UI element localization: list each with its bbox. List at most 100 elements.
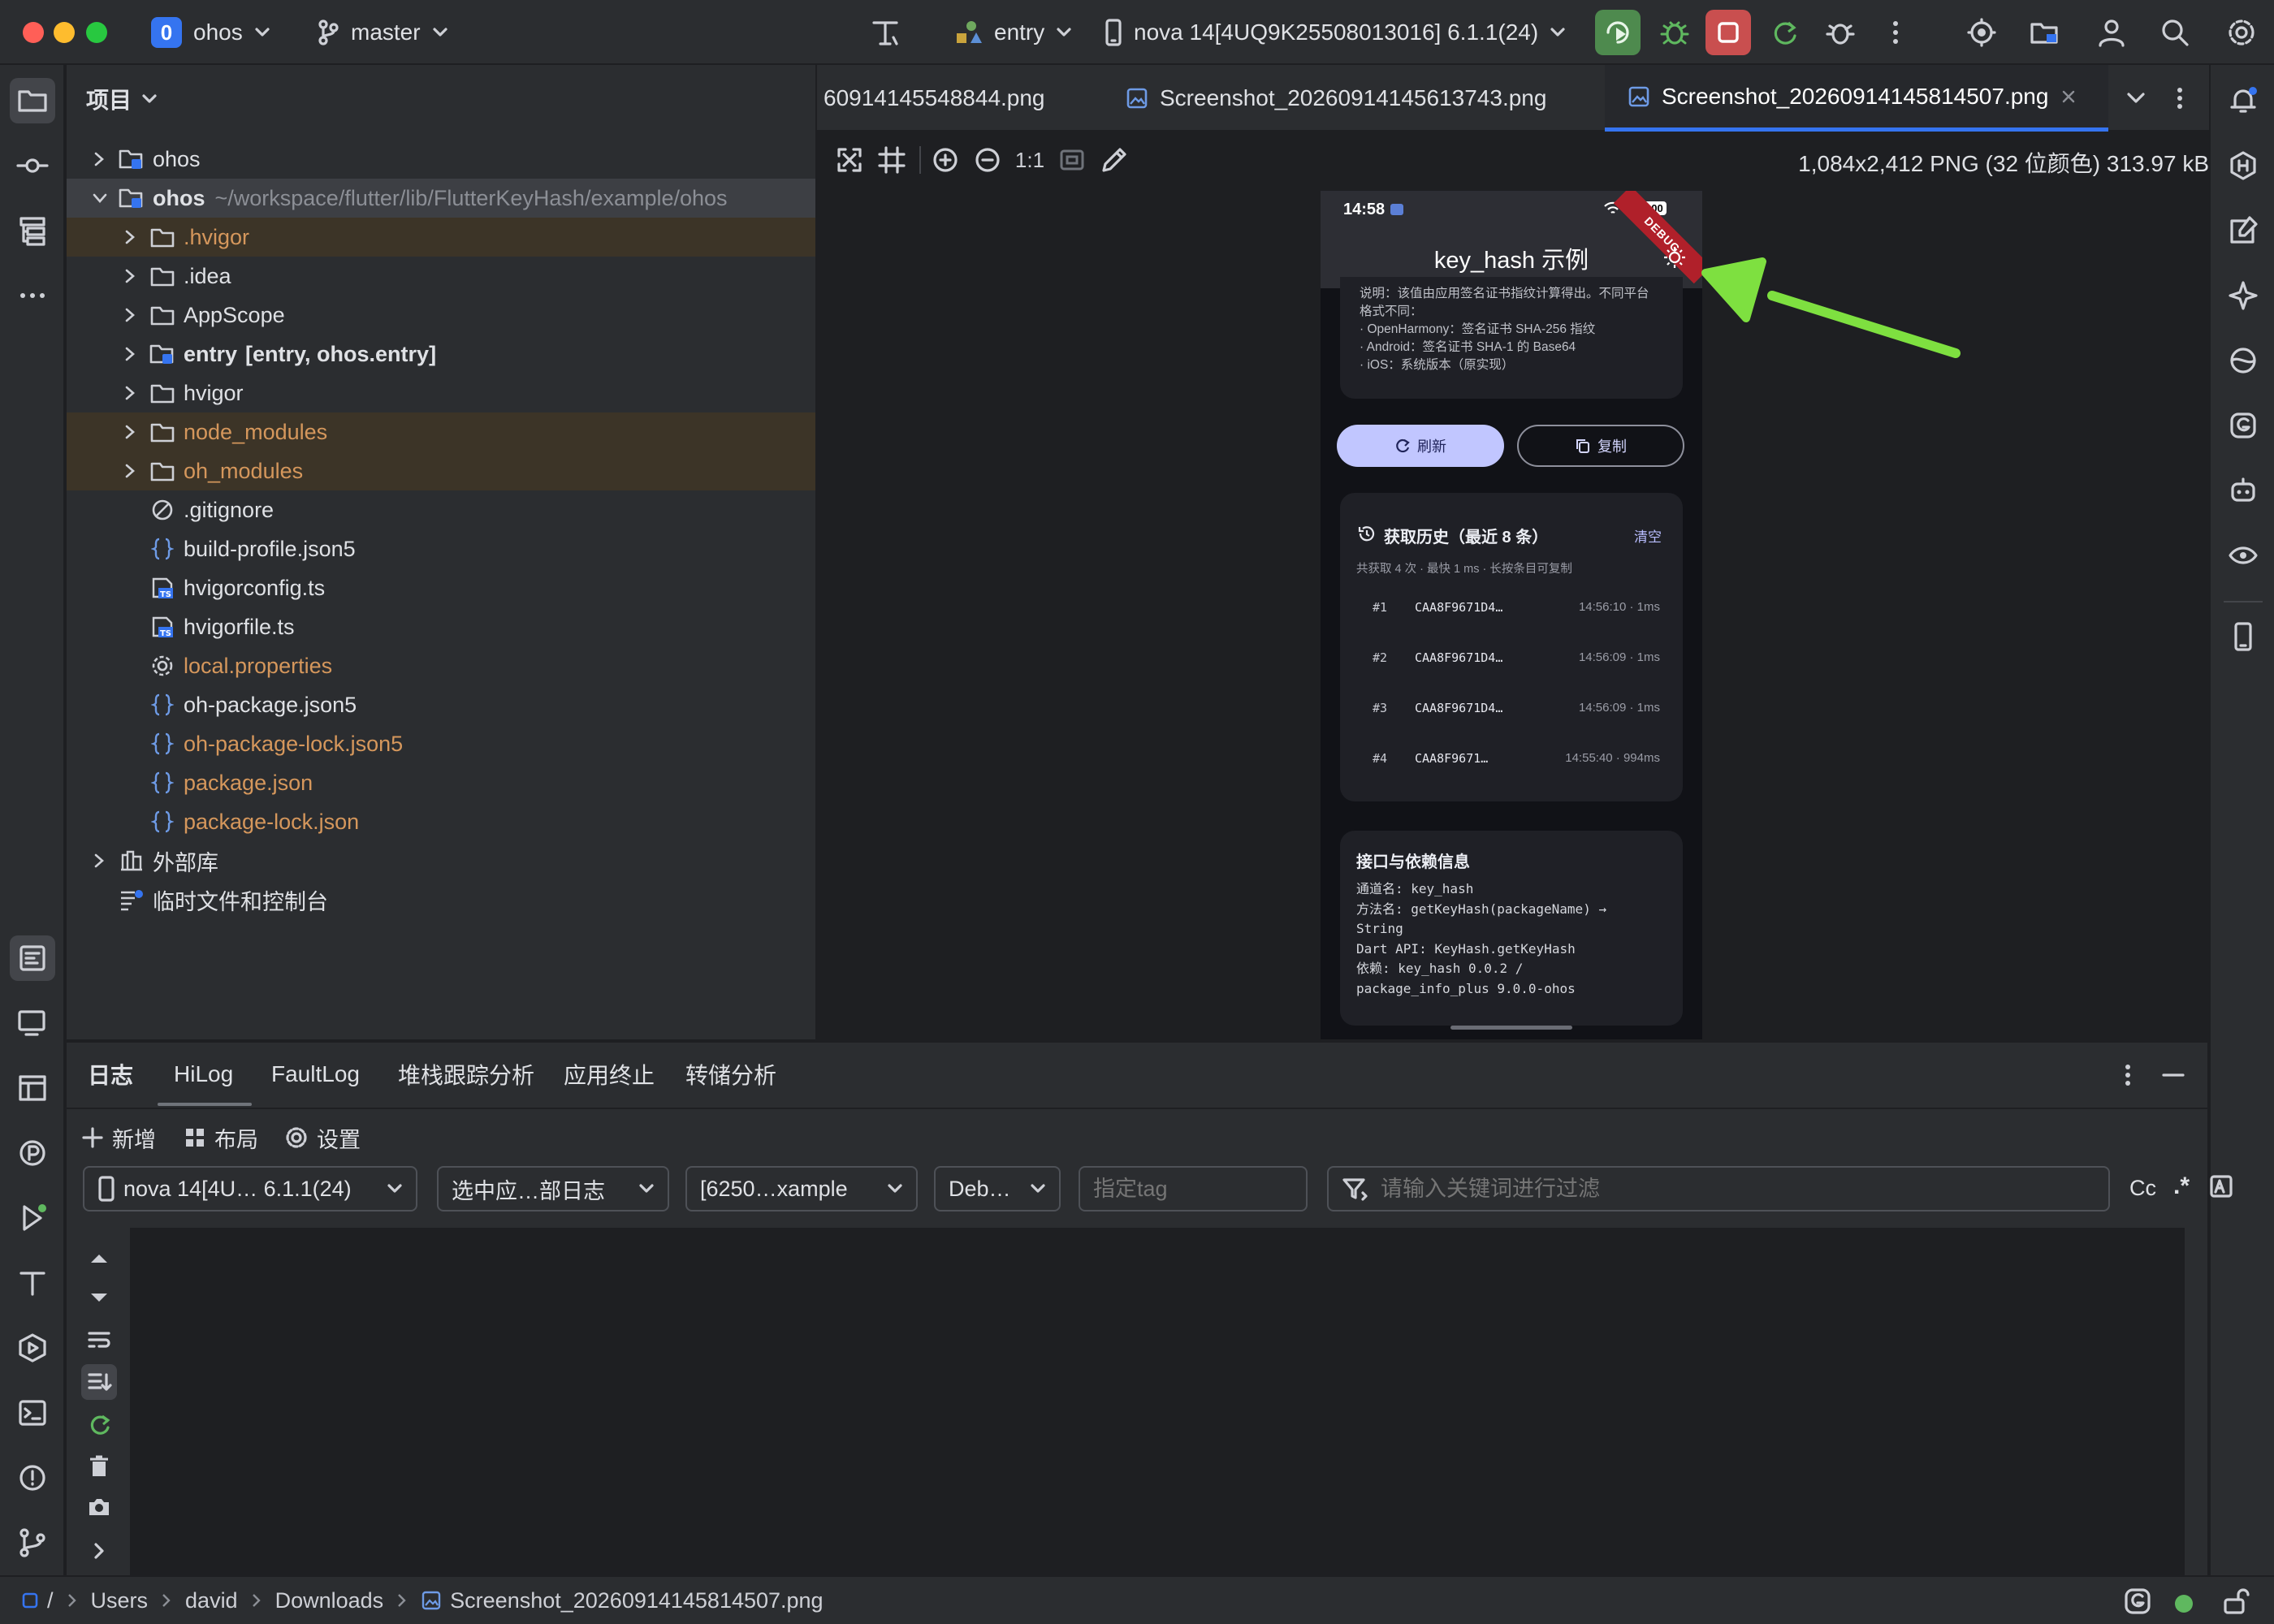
account-button[interactable] [2089, 10, 2134, 55]
history-row[interactable]: #2 CAA8F9671D4… 14:56:09 · 1ms [1340, 634, 1683, 685]
log-tab-hilog[interactable]: HiLog [174, 1043, 233, 1106]
project-switcher[interactable]: 0 ohos [151, 11, 270, 54]
notifications-button[interactable] [2220, 78, 2266, 123]
app-analyzer-button[interactable] [2220, 338, 2266, 383]
zoom-out-button[interactable] [965, 137, 1010, 183]
close-tab-icon[interactable] [2060, 88, 2077, 106]
keyword-filter-input[interactable] [1379, 1175, 2095, 1203]
device-manager-button[interactable] [10, 1000, 55, 1046]
chevron-right-icon[interactable] [122, 345, 141, 363]
tree-item[interactable]: .gitignore [67, 490, 815, 529]
codegenie-button[interactable] [2220, 273, 2266, 318]
tree-item[interactable]: 临时文件和控制台 [67, 880, 815, 919]
chevron-right-icon[interactable] [122, 267, 141, 285]
keyword-filter-field[interactable] [1327, 1166, 2110, 1212]
chevron-right-icon[interactable] [122, 423, 141, 441]
match-case-toggle[interactable]: Cc [2129, 1176, 2156, 1201]
grid-button[interactable] [869, 137, 914, 183]
tree-item[interactable]: hvigor [67, 374, 815, 412]
g-status-icon[interactable] [2123, 1587, 2152, 1616]
editor-tab[interactable]: 60914145548844.png [824, 65, 1116, 132]
scroll-down-icon[interactable] [86, 1288, 112, 1309]
project-structure-button[interactable] [2022, 10, 2068, 55]
breadcrumb-item[interactable]: Downloads [275, 1588, 384, 1613]
tree-item[interactable]: package-lock.json [67, 802, 815, 841]
device-select[interactable]: nova 14[4UQ9K25508013016] 6.1.1(24) [1105, 11, 1566, 54]
problems-tool-button[interactable] [10, 1455, 55, 1501]
debug-button[interactable] [1652, 10, 1697, 55]
log-tool-button[interactable] [10, 935, 55, 981]
tree-item[interactable]: TS hvigorconfig.ts [67, 568, 815, 607]
clear-history-button[interactable]: 清空 [1634, 525, 1662, 546]
gradle-button[interactable] [2220, 403, 2266, 448]
tree-item[interactable]: oh_modules [67, 451, 815, 490]
settings-button[interactable] [2219, 10, 2264, 55]
services-tool-button[interactable] [10, 1325, 55, 1371]
history-row[interactable]: #1 CAA8F9671D4… 14:56:10 · 1ms [1340, 584, 1683, 634]
build-hammer-icon[interactable] [862, 10, 908, 55]
color-picker-button[interactable] [1092, 137, 1137, 183]
restart-log-icon[interactable] [86, 1411, 112, 1437]
scroll-to-end-button[interactable] [81, 1364, 117, 1400]
lock-icon[interactable] [2220, 1587, 2250, 1616]
feedback-button[interactable] [2220, 208, 2266, 253]
history-row[interactable]: #3 CAA8F9671D4… 14:56:09 · 1ms [1340, 685, 1683, 735]
search-everywhere-button[interactable] [2152, 10, 2198, 55]
breadcrumb-item[interactable]: Screenshot_20260914145814507.png [421, 1588, 824, 1613]
chevron-right-icon[interactable] [89, 1541, 109, 1561]
preview-button[interactable] [2220, 533, 2266, 578]
tree-item[interactable]: 外部库 [67, 841, 815, 880]
sun-icon[interactable] [1662, 244, 1688, 270]
stop-button[interactable] [1706, 10, 1751, 55]
log-tab-app-freeze[interactable]: 应用终止 [564, 1043, 655, 1106]
breadcrumb-item[interactable]: / [21, 1588, 54, 1613]
build-tool-button[interactable] [10, 1260, 55, 1306]
profiler-button[interactable] [10, 1130, 55, 1176]
chevron-right-icon[interactable] [122, 384, 141, 402]
apply-changes-button[interactable] [1762, 10, 1808, 55]
refresh-button[interactable]: 刷新 [1337, 425, 1504, 467]
robot-assistant-button[interactable] [2220, 468, 2266, 513]
tree-item[interactable]: .hvigor [67, 218, 815, 257]
tree-item[interactable]: ohos ~/workspace/flutter/lib/FlutterKeyHa… [67, 179, 815, 218]
scroll-up-icon[interactable] [86, 1247, 112, 1268]
device-mirror-button[interactable] [2220, 614, 2266, 659]
editor-tab[interactable]: Screenshot_20260914145613743.png [1126, 65, 1546, 132]
chevron-right-icon[interactable] [91, 852, 110, 870]
run-tool-button[interactable] [10, 1195, 55, 1241]
level-filter-select[interactable]: Deb… [934, 1166, 1061, 1212]
tag-filter-input[interactable] [1079, 1166, 1308, 1212]
tab-more-button[interactable] [2157, 76, 2203, 121]
log-settings-button[interactable]: 设置 [284, 1117, 361, 1158]
chevron-right-icon[interactable] [122, 228, 141, 246]
camera-icon[interactable] [86, 1494, 112, 1520]
chevron-right-icon[interactable] [122, 306, 141, 324]
tree-item[interactable]: entry [entry, ohos.entry] [67, 335, 815, 374]
attach-debugger-button[interactable] [1818, 10, 1863, 55]
copy-button[interactable]: 复制 [1517, 425, 1684, 467]
process-filter-select[interactable]: [6250…xample [685, 1166, 918, 1212]
add-log-tab-button[interactable]: 新增 [81, 1117, 156, 1158]
log-scrollbar[interactable] [2185, 1228, 2207, 1577]
ai-assistant-button[interactable] [1959, 10, 2004, 55]
terminal-tool-button[interactable] [10, 1390, 55, 1436]
log-panel-options-button[interactable] [2105, 1052, 2151, 1098]
close-window-button[interactable] [23, 22, 44, 43]
log-tab-faultlog[interactable]: FaultLog [271, 1043, 360, 1106]
minimize-window-button[interactable] [54, 22, 75, 43]
log-tab-dump-analysis[interactable]: 转储分析 [685, 1043, 776, 1106]
tree-item[interactable]: node_modules [67, 412, 815, 451]
rerun-button[interactable] [1595, 10, 1641, 55]
status-ok-indicator[interactable] [2175, 1595, 2193, 1613]
editor-tab-active[interactable]: Screenshot_20260914145814507.png [1605, 65, 2108, 132]
branch-switcher[interactable]: master [317, 11, 448, 54]
tree-item[interactable]: .idea [67, 257, 815, 296]
tree-item[interactable]: build-profile.json5 [67, 529, 815, 568]
breadcrumb-item[interactable]: david [185, 1588, 238, 1613]
fit-zoom-button[interactable] [827, 137, 872, 183]
chevron-right-icon[interactable] [91, 150, 110, 168]
run-configuration-select[interactable]: entry [955, 11, 1072, 54]
project-tool-button[interactable] [10, 78, 55, 123]
regex-toggle[interactable]: .* [2173, 1173, 2190, 1200]
tree-item[interactable]: AppScope [67, 296, 815, 335]
